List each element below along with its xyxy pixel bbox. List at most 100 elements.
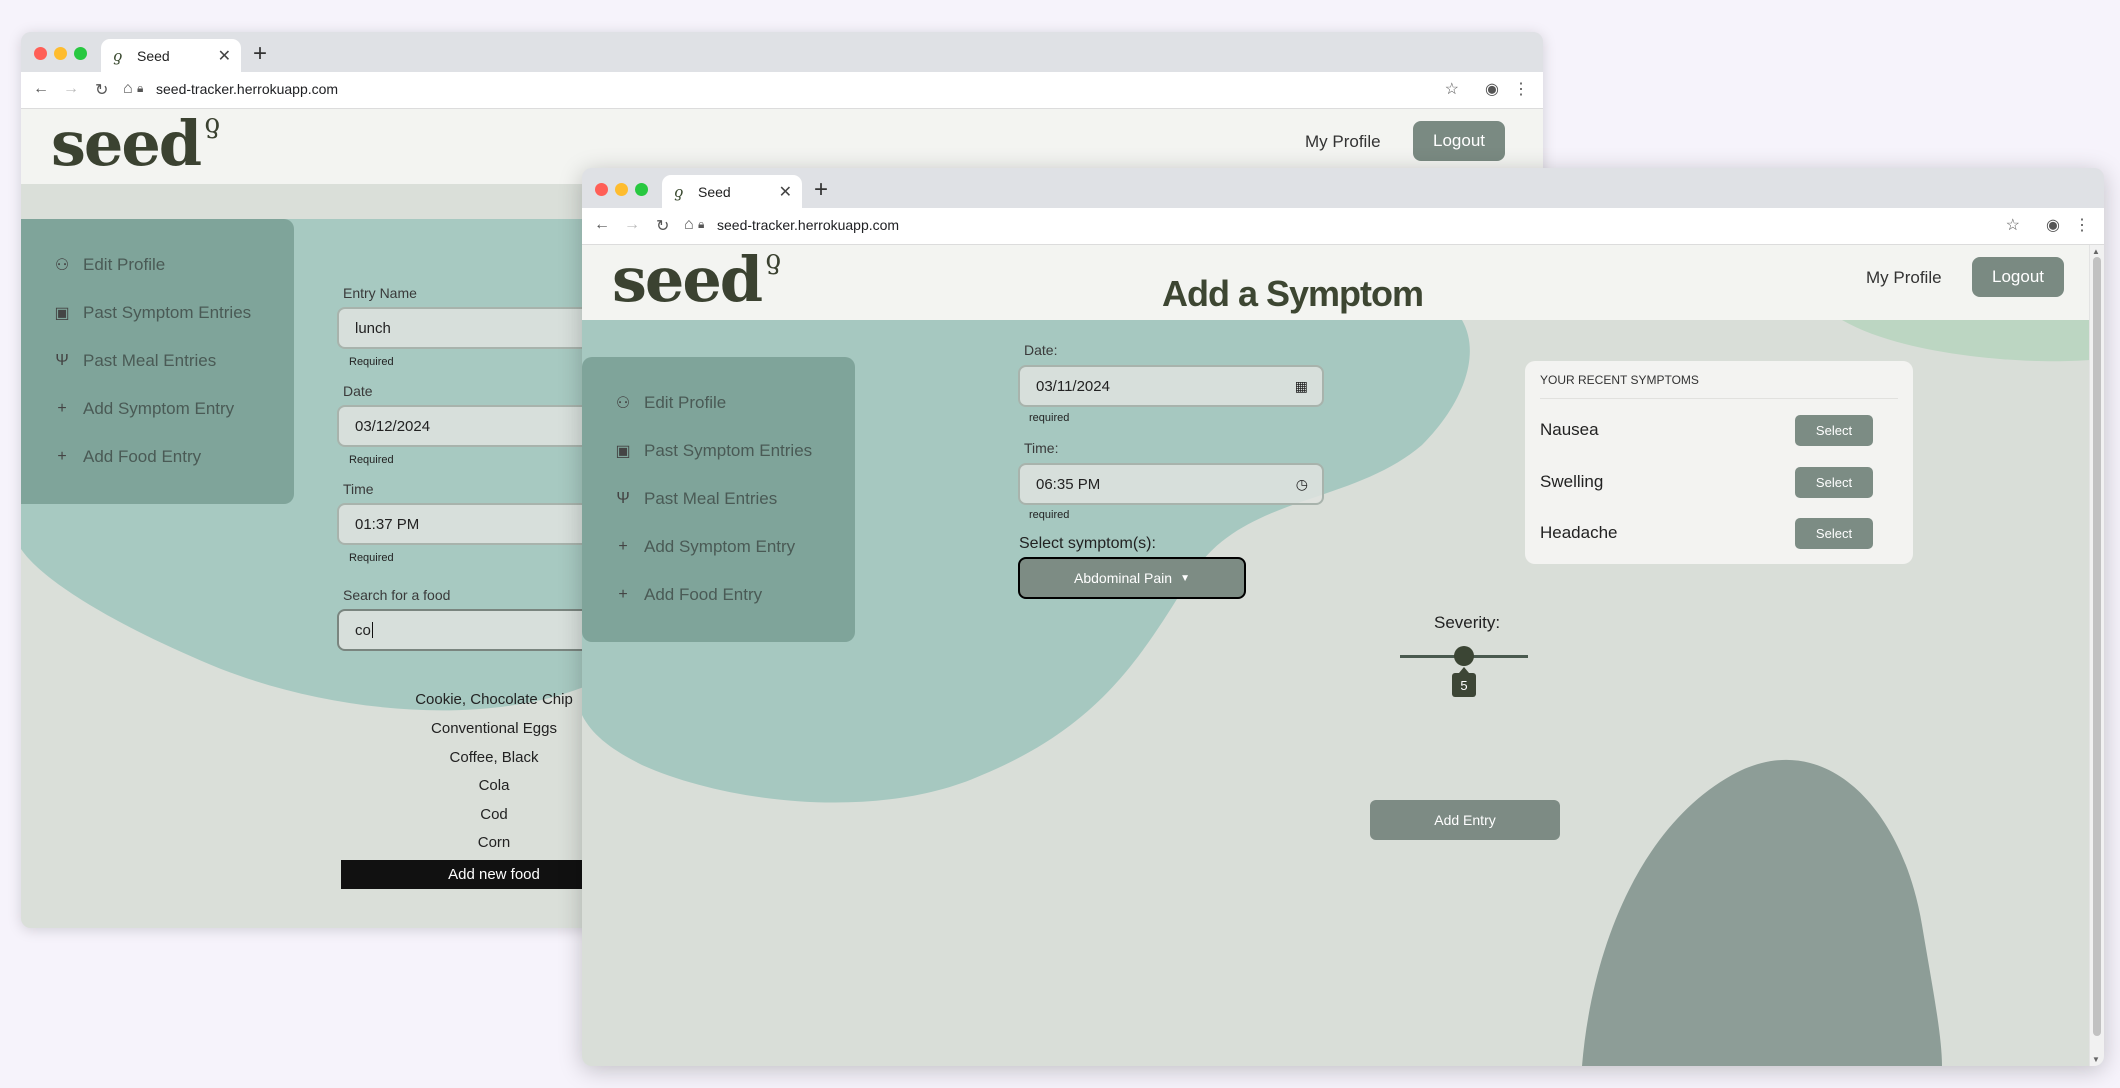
minimize-window-button[interactable] [54, 47, 67, 60]
sidebar-item-past-meals[interactable]: Ψ Past Meal Entries [21, 337, 294, 385]
plus-icon: + [618, 586, 628, 603]
sidebar: ⚇ Edit Profile ▣ Past Symptom Entries Ψ Pas… [21, 219, 294, 504]
address-bar: ← → ↻ ⌂ 🔒︎ seed-tracker.herrokuapp.com ☆… [582, 208, 2104, 245]
person-icon: ⚇ [615, 395, 631, 412]
severity-value-badge: 5 [1452, 667, 1476, 697]
account-icon[interactable]: ◉ [2046, 215, 2060, 235]
close-tab-icon[interactable]: ✕ [218, 46, 231, 66]
recent-symptoms-card: YOUR RECENT SYMPTOMS Nausea Select Swelli… [1525, 361, 1913, 564]
sidebar-item-add-symptom[interactable]: + Add Symptom Entry [582, 523, 855, 571]
date-input[interactable]: 03/11/2024 ▦ [1018, 365, 1324, 407]
close-window-button[interactable] [595, 183, 608, 196]
recent-symptom-row: Swelling Select [1540, 465, 1913, 499]
browser-tab[interactable]: ƍ Seed ✕ [662, 175, 802, 208]
my-profile-link[interactable]: My Profile [1866, 268, 1942, 288]
account-icon[interactable]: ◉ [1485, 79, 1499, 99]
bookmark-star-icon[interactable]: ☆ [2006, 215, 2020, 235]
tab-strip: ƍ Seed ✕ + [21, 32, 1543, 72]
clipboard-icon: ▣ [615, 443, 631, 460]
address-bar: ← → ↻ ⌂ 🔒︎ seed-tracker.herrokuapp.com ☆… [21, 72, 1543, 109]
select-button[interactable]: Select [1795, 466, 1873, 498]
close-window-button[interactable] [34, 47, 47, 60]
tab-strip: ƍ Seed ✕ + [582, 168, 2104, 208]
seed-logo[interactable]: seed ƍ [612, 245, 781, 316]
browser-window-symptom: ƍ Seed ✕ + ← → ↻ ⌂ 🔒︎ seed-tracker.herro… [582, 168, 2104, 1066]
severity-label: Severity: [1434, 613, 1501, 632]
forward-icon[interactable]: → [624, 216, 640, 234]
logout-button[interactable]: Logout [1972, 257, 2064, 297]
plus-icon: + [57, 448, 67, 465]
sidebar-item-add-food[interactable]: + Add Food Entry [582, 571, 855, 619]
sidebar: ⚇ Edit Profile ▣ Past Symptom Entries Ψ Pas… [582, 357, 855, 642]
back-icon[interactable]: ← [33, 80, 49, 98]
close-tab-icon[interactable]: ✕ [779, 182, 792, 202]
add-entry-button[interactable]: Add Entry [1370, 800, 1560, 840]
bookmark-star-icon[interactable]: ☆ [1445, 79, 1459, 99]
time-input[interactable]: 06:35 PM ◷ [1018, 463, 1324, 505]
caret-down-icon: ▼ [1180, 572, 1190, 584]
fork-knife-icon: Ψ [616, 490, 630, 507]
menu-kebab-icon[interactable]: ⋮ [2074, 215, 2090, 235]
person-icon: ⚇ [54, 257, 70, 274]
select-button[interactable]: Select [1795, 414, 1873, 446]
new-tab-button[interactable]: + [814, 176, 828, 204]
clipboard-icon: ▣ [54, 305, 70, 322]
plus-icon: + [618, 538, 628, 555]
minimize-window-button[interactable] [615, 183, 628, 196]
logout-button[interactable]: Logout [1413, 121, 1505, 161]
required-hint: Required [349, 356, 394, 368]
forward-icon[interactable]: → [63, 80, 79, 98]
recent-symptoms-header: YOUR RECENT SYMPTOMS [1540, 373, 1699, 387]
fork-knife-icon: Ψ [55, 352, 69, 369]
home-icon[interactable]: ⌂ [123, 80, 133, 98]
sprout-icon: ƍ [113, 46, 123, 65]
sidebar-item-past-meals[interactable]: Ψ Past Meal Entries [582, 475, 855, 523]
food-search-label: Search for a food [343, 587, 451, 603]
reload-icon[interactable]: ↻ [95, 80, 108, 100]
select-symptoms-label: Select symptom(s): [1019, 535, 1156, 552]
lock-icon: 🔒︎ [698, 217, 705, 231]
seed-logo[interactable]: seed ƍ [51, 109, 220, 180]
recent-symptom-row: Nausea Select [1540, 413, 1913, 447]
sidebar-item-add-food[interactable]: + Add Food Entry [21, 433, 294, 481]
maximize-window-button[interactable] [74, 47, 87, 60]
tab-title: Seed [698, 183, 731, 200]
calendar-icon[interactable]: ▦ [1295, 378, 1308, 395]
sprout-icon: ƍ [674, 182, 684, 201]
severity-slider-thumb[interactable] [1454, 646, 1474, 666]
symptom-select-dropdown[interactable]: Abdominal Pain ▼ [1018, 557, 1246, 599]
reload-icon[interactable]: ↻ [656, 216, 669, 236]
sidebar-item-edit-profile[interactable]: ⚇ Edit Profile [582, 379, 855, 427]
browser-tab[interactable]: ƍ Seed ✕ [101, 39, 241, 72]
recent-symptom-row: Headache Select [1540, 516, 1913, 550]
url-field[interactable]: seed-tracker.herrokuapp.com [717, 217, 899, 233]
sidebar-item-edit-profile[interactable]: ⚇ Edit Profile [21, 241, 294, 289]
lock-icon: 🔒︎ [137, 81, 144, 95]
select-button[interactable]: Select [1795, 517, 1873, 549]
required-hint: Required [349, 552, 394, 564]
scrollbar-thumb[interactable] [2093, 257, 2101, 1036]
required-hint: required [1029, 509, 1070, 521]
maximize-window-button[interactable] [635, 183, 648, 196]
sidebar-item-add-symptom[interactable]: + Add Symptom Entry [21, 385, 294, 433]
date-label: Date [343, 383, 373, 399]
scroll-down-icon[interactable]: ▼ [2092, 1055, 2100, 1064]
tab-title: Seed [137, 47, 170, 64]
scrollbar[interactable]: ▲ ▼ [2089, 245, 2104, 1066]
clock-icon[interactable]: ◷ [1296, 476, 1308, 493]
required-hint: required [1029, 412, 1070, 424]
home-icon[interactable]: ⌂ [684, 216, 694, 234]
url-field[interactable]: seed-tracker.herrokuapp.com [156, 81, 338, 97]
time-label: Time: [1024, 440, 1059, 456]
date-label: Date: [1024, 342, 1058, 358]
back-icon[interactable]: ← [594, 216, 610, 234]
sidebar-item-past-symptoms[interactable]: ▣ Past Symptom Entries [582, 427, 855, 475]
sidebar-item-past-symptoms[interactable]: ▣ Past Symptom Entries [21, 289, 294, 337]
my-profile-link[interactable]: My Profile [1305, 132, 1381, 152]
menu-kebab-icon[interactable]: ⋮ [1513, 79, 1529, 99]
entry-name-label: Entry Name [343, 285, 417, 301]
new-tab-button[interactable]: + [253, 40, 267, 68]
plus-icon: + [57, 400, 67, 417]
symptom-page: seed ƍ My Profile Logout ⚇ Edit Profile ▣ P… [582, 245, 2090, 1066]
scroll-up-icon[interactable]: ▲ [2092, 247, 2100, 256]
